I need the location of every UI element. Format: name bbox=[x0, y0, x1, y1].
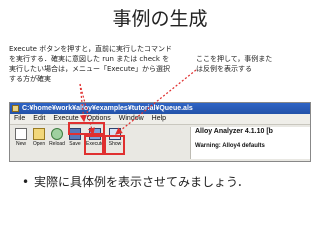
menu-window[interactable]: Window bbox=[115, 114, 148, 124]
menu-bar: File Edit Execute Options Window Help bbox=[10, 114, 310, 125]
execute-button-highlight bbox=[84, 135, 104, 155]
new-button-label: New bbox=[15, 141, 26, 147]
new-file-icon bbox=[15, 128, 27, 140]
menu-file[interactable]: File bbox=[10, 114, 29, 124]
reload-button[interactable]: Reload bbox=[48, 127, 66, 147]
save-button-label: Save bbox=[69, 141, 81, 147]
open-folder-icon bbox=[33, 128, 45, 140]
bullet-point: • 実際に具体例を表示させてみましょう． bbox=[22, 173, 249, 191]
menu-edit[interactable]: Edit bbox=[29, 114, 49, 124]
new-button[interactable]: New bbox=[12, 127, 30, 147]
window-titlebar: C:¥home¥work¥alloy¥examples¥tutorial¥Que… bbox=[10, 103, 310, 114]
slide-title: 事例の生成 bbox=[112, 8, 208, 30]
bullet-text: 実際に具体例を表示させてみましょう． bbox=[34, 175, 250, 189]
bullet-dot-icon: • bbox=[22, 175, 30, 189]
app-icon bbox=[12, 105, 19, 112]
reload-icon bbox=[51, 128, 63, 140]
warning-label: Warning: Alloy4 defaults bbox=[195, 143, 265, 149]
window-title: C:¥home¥work¥alloy¥examples¥tutorial¥Que… bbox=[22, 105, 193, 112]
menu-help[interactable]: Help bbox=[148, 114, 170, 124]
app-version-label: Alloy Analyzer 4.1.10 [b bbox=[195, 128, 273, 135]
show-button-note: ここを押して，事例または反例を表示する bbox=[196, 55, 273, 73]
execute-button-note: Execute ボタンを押すと，直前に実行したコマンドを実行する．確実に意図した… bbox=[9, 45, 172, 83]
message-panel: Alloy Analyzer 4.1.10 [b Warning: Alloy4… bbox=[190, 127, 310, 159]
open-button[interactable]: Open bbox=[30, 127, 48, 147]
open-button-label: Open bbox=[32, 141, 46, 147]
show-button-highlight bbox=[104, 135, 125, 155]
execute-menu-highlight bbox=[68, 122, 105, 135]
toolbar: New Open Reload Save Execute Show Alloy … bbox=[10, 125, 310, 161]
alloy-window-screenshot: C:¥home¥work¥alloy¥examples¥tutorial¥Que… bbox=[9, 102, 311, 162]
reload-button-label: Reload bbox=[49, 141, 65, 147]
